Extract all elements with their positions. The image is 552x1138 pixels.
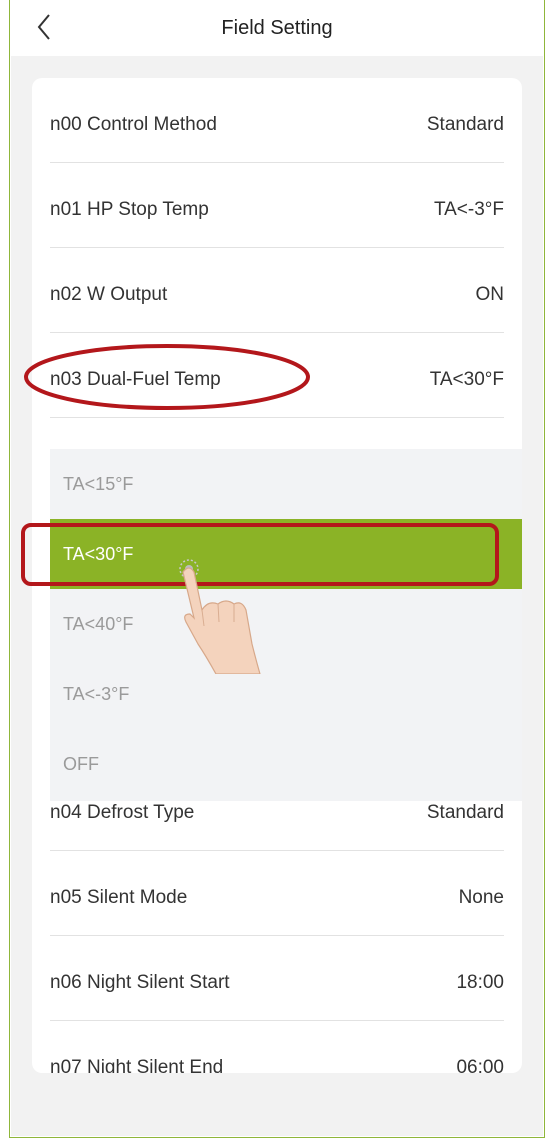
setting-row-n06[interactable]: n06 Night Silent Start 18:00 [50,936,504,1021]
setting-value: TA<30°F [429,369,504,390]
setting-label: n07 Night Silent End [50,1057,224,1073]
setting-value: ON [475,284,505,305]
setting-value: TA<-3°F [433,199,504,220]
app-screen: Field Setting n00 Control Method Standar… [11,0,543,1136]
page-title: Field Setting [221,17,333,39]
header: Field Setting [11,0,543,56]
picker-option-selected[interactable]: TA<30°F [50,519,522,589]
setting-label: n02 W Output [50,284,168,305]
setting-row-n07[interactable]: n07 Night Silent End 06:00 [50,1021,504,1073]
setting-row-n01[interactable]: n01 HP Stop Temp TA<-3°F [50,163,504,248]
setting-row-n03[interactable]: n03 Dual-Fuel Temp TA<30°F [50,333,504,418]
setting-row-n00[interactable]: n00 Control Method Standard [50,78,504,163]
setting-value: Standard [426,114,504,135]
picker-option[interactable]: TA<15°F [50,449,522,519]
setting-row-n02[interactable]: n02 W Output ON [50,248,504,333]
setting-label: n06 Night Silent Start [50,972,230,993]
setting-label: n04 Defrost Type [50,802,195,823]
setting-value: None [458,887,504,908]
setting-label: n00 Control Method [50,114,217,135]
setting-label: n01 HP Stop Temp [50,199,209,220]
settings-card: n00 Control Method Standard n01 HP Stop … [32,78,522,1073]
setting-value: Standard [426,802,504,823]
setting-value: 18:00 [456,972,504,993]
content-area: n00 Control Method Standard n01 HP Stop … [11,56,543,1136]
picker-option[interactable]: TA<40°F [50,589,522,659]
setting-row-n04[interactable]: n04 Defrost Type Standard [50,766,504,851]
setting-label: n03 Dual-Fuel Temp [50,369,221,390]
setting-value: 06:00 [456,1057,504,1073]
picker-option[interactable]: TA<-3°F [50,659,522,729]
dual-fuel-temp-picker[interactable]: TA<15°F TA<30°F TA<40°F TA<-3°F OFF [50,449,522,801]
setting-label: n05 Silent Mode [50,887,188,908]
setting-row-n05[interactable]: n05 Silent Mode None [50,851,504,936]
